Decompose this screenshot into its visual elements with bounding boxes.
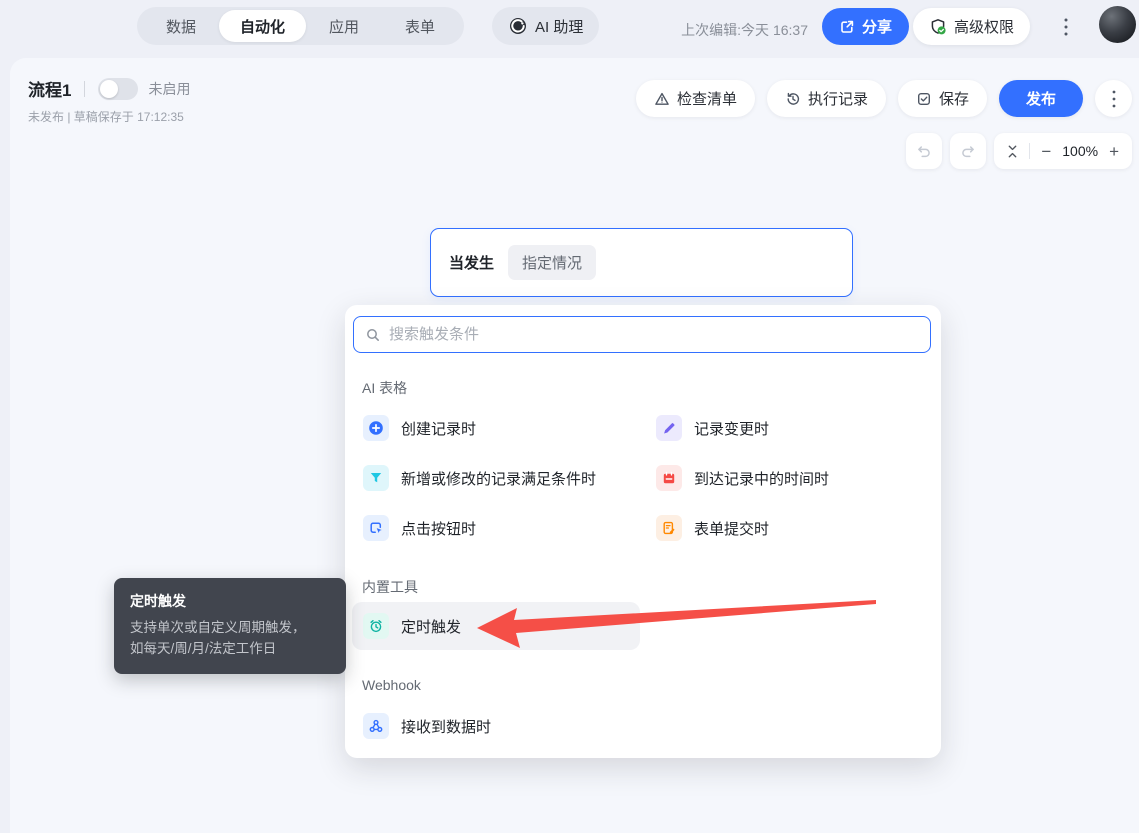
- zoom-level-value: 100%: [1062, 143, 1099, 159]
- checklist-button[interactable]: 检查清单: [635, 80, 755, 117]
- publish-button[interactable]: 发布: [998, 80, 1083, 117]
- tab-forms[interactable]: 表单: [382, 7, 458, 45]
- undo-button[interactable]: [906, 133, 943, 169]
- section-title-builtin-tools: 内置工具: [362, 579, 418, 595]
- zoom-in-button[interactable]: +: [1107, 143, 1121, 160]
- menu-item-form-submitted[interactable]: 表单提交时: [646, 505, 933, 551]
- search-icon: [365, 327, 381, 343]
- tab-automation-label: 自动化: [240, 18, 286, 36]
- menu-item-button-clicked[interactable]: 点击按钮时: [353, 505, 630, 551]
- menu-item-label: 接收到数据时: [401, 718, 492, 736]
- plus-circle-icon: [363, 415, 389, 441]
- tab-apps-label: 应用: [329, 18, 360, 36]
- undo-icon: [918, 146, 931, 158]
- tab-data-label: 数据: [166, 18, 197, 36]
- flow-status-line: 未发布 | 草稿保存于 17:12:35: [28, 110, 184, 124]
- warning-triangle-icon: [654, 91, 670, 107]
- menu-item-label: 创建记录时: [401, 420, 477, 438]
- save-button-label: 保存: [938, 91, 969, 108]
- tooltip-description: 支持单次或自定义周期触发， 如每天/周/月/法定工作日: [130, 618, 330, 660]
- toolbar-more-button[interactable]: [1095, 80, 1132, 117]
- tab-data[interactable]: 数据: [143, 7, 219, 45]
- menu-item-label: 定时触发: [401, 618, 462, 636]
- trigger-picker-panel: AI 表格 创建记录时: [345, 305, 941, 758]
- menu-item-label: 新增或修改的记录满足条件时: [401, 470, 597, 488]
- top-navigation-bar: 数据 自动化 应用 表单 AI 助理 上次编辑:今天 16:37 分享 高级权限: [0, 0, 1139, 58]
- tab-automation[interactable]: 自动化: [219, 10, 307, 42]
- flow-enabled-label: 未启用: [148, 80, 191, 97]
- tooltip-line-1: 支持单次或自定义周期触发，: [130, 620, 306, 635]
- trigger-condition-chip[interactable]: 指定情况: [508, 245, 597, 280]
- shield-check-icon: [929, 18, 947, 36]
- zoom-out-button[interactable]: −: [1039, 143, 1053, 160]
- checklist-button-label: 检查清单: [676, 91, 737, 108]
- workflow-canvas: 流程1 未启用 未发布 | 草稿保存于 17:12:35 检查清单 执行记录 保…: [10, 58, 1139, 833]
- flow-title: 流程1: [28, 81, 72, 100]
- ai-assistant-label: AI 助理: [535, 18, 584, 36]
- ai-assistant-icon: [508, 16, 528, 36]
- menu-item-label: 点击按钮时: [401, 520, 477, 538]
- share-button-label: 分享: [862, 19, 893, 36]
- ai-assistant-button[interactable]: AI 助理: [492, 7, 600, 45]
- tab-apps[interactable]: 应用: [306, 7, 382, 45]
- webhook-icon: [363, 713, 389, 739]
- divider: [84, 80, 86, 97]
- menu-item-scheduled-trigger[interactable]: 定时触发: [352, 602, 640, 650]
- trigger-search-box: [353, 316, 931, 353]
- more-options-button[interactable]: [1053, 13, 1079, 41]
- pencil-icon: [656, 415, 682, 441]
- vertical-dots-icon: [1112, 90, 1115, 107]
- advanced-permission-button[interactable]: 高级权限: [913, 8, 1031, 45]
- redo-button[interactable]: [950, 133, 987, 169]
- canvas-zoom-bar: − 100% +: [906, 133, 1132, 169]
- filter-icon: [363, 465, 389, 491]
- trigger-prefix-label: 当发生: [449, 255, 495, 272]
- menu-item-record-time-reached[interactable]: 到达记录中的时间时: [646, 455, 933, 501]
- section-title-webhook: Webhook: [362, 677, 421, 693]
- flow-header: 流程1 未启用 未发布 | 草稿保存于 17:12:35: [28, 76, 190, 125]
- alarm-clock-icon: [363, 613, 389, 639]
- trigger-search-input[interactable]: [389, 326, 919, 343]
- scheduled-trigger-tooltip: 定时触发 支持单次或自定义周期触发， 如每天/周/月/法定工作日: [114, 578, 346, 674]
- menu-item-record-created[interactable]: 创建记录时: [353, 405, 630, 451]
- share-button[interactable]: 分享: [822, 8, 910, 45]
- tooltip-line-2: 如每天/周/月/法定工作日: [130, 640, 277, 656]
- flow-toolbar: 检查清单 执行记录 保存 发布: [635, 80, 1132, 117]
- run-history-button-label: 执行记录: [807, 91, 868, 108]
- menu-item-data-received[interactable]: 接收到数据时: [352, 703, 640, 749]
- tab-forms-label: 表单: [405, 18, 436, 36]
- ai-table-trigger-grid: 创建记录时 记录变更时 新增或修改的记录满足条件时 到达记录中的时间时 点击按钮…: [345, 403, 941, 553]
- share-icon: [839, 19, 855, 35]
- tooltip-title: 定时触发: [130, 593, 186, 609]
- button-click-icon: [363, 515, 389, 541]
- trigger-node[interactable]: 当发生 指定情况: [430, 228, 853, 297]
- automation-editor-screen: 数据 自动化 应用 表单 AI 助理 上次编辑:今天 16:37 分享 高级权限…: [0, 0, 1139, 833]
- menu-item-record-meets-condition[interactable]: 新增或修改的记录满足条件时: [353, 455, 630, 501]
- user-avatar[interactable]: [1099, 6, 1136, 43]
- menu-item-record-changed[interactable]: 记录变更时: [646, 405, 933, 451]
- fit-view-icon: [1008, 145, 1017, 157]
- save-button[interactable]: 保存: [897, 80, 987, 117]
- advanced-permission-label: 高级权限: [954, 19, 1015, 36]
- flow-enable-toggle[interactable]: [98, 77, 139, 100]
- history-clock-icon: [785, 91, 801, 107]
- fit-view-button[interactable]: [1005, 144, 1020, 159]
- menu-item-label: 到达记录中的时间时: [694, 470, 830, 488]
- toggle-knob: [100, 79, 119, 98]
- vertical-dots-icon: [1064, 18, 1068, 36]
- menu-item-label: 记录变更时: [694, 420, 770, 438]
- divider: [1029, 143, 1031, 159]
- run-history-button[interactable]: 执行记录: [766, 80, 886, 117]
- redo-icon: [962, 146, 975, 158]
- publish-button-label: 发布: [1025, 91, 1056, 108]
- menu-item-label: 表单提交时: [694, 520, 770, 538]
- check-square-icon: [916, 91, 932, 107]
- last-edited-text: 上次编辑:今天 16:37: [681, 22, 808, 38]
- module-tab-group: 数据 自动化 应用 表单: [137, 7, 465, 45]
- calendar-icon: [656, 465, 682, 491]
- section-title-ai-table: AI 表格: [362, 380, 408, 396]
- zoom-control-group: − 100% +: [994, 133, 1132, 169]
- form-icon: [656, 515, 682, 541]
